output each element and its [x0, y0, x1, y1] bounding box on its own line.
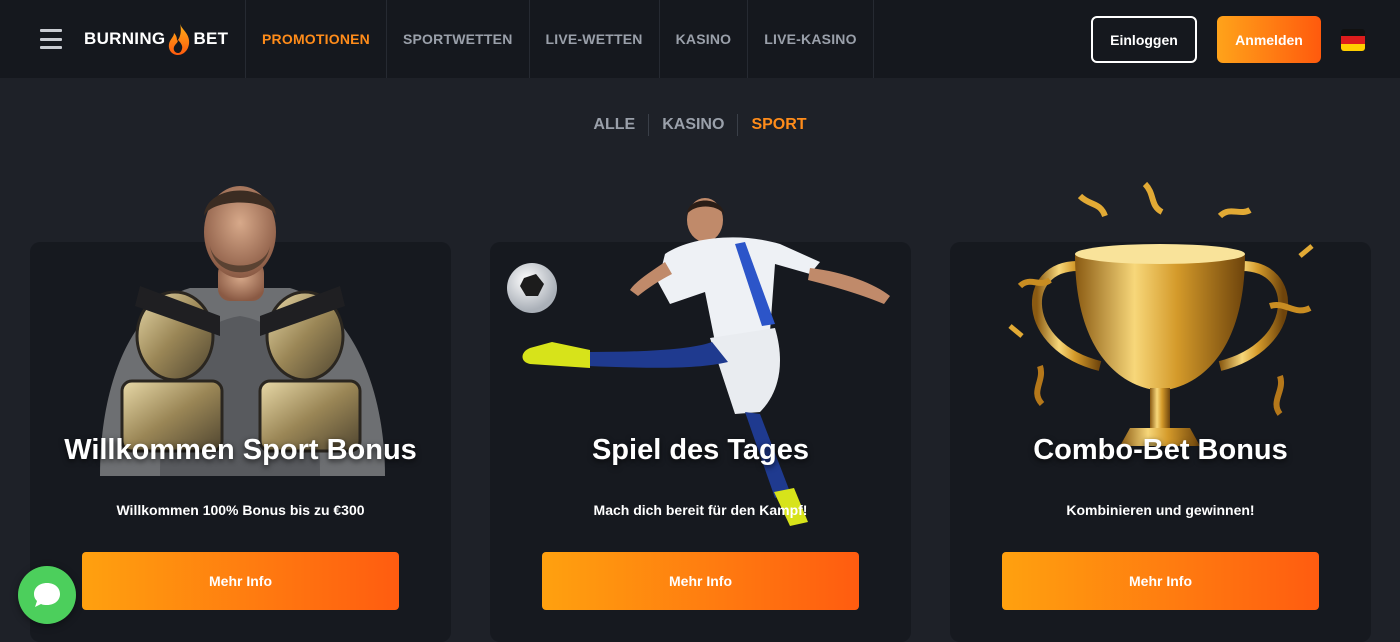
promo-card-game-of-day: Spiel des Tages Mach dich bereit für den…: [490, 198, 911, 642]
promo-card-welcome-sport: Willkommen Sport Bonus Willkommen 100% B…: [30, 186, 451, 642]
logo-text-left: BURNING: [84, 29, 166, 48]
de-flag-icon[interactable]: [1341, 29, 1365, 51]
fighter-illustration: [100, 186, 385, 476]
chat-speech-icon: [34, 583, 60, 607]
flame-icon: [169, 23, 190, 55]
login-button[interactable]: Einloggen: [1091, 16, 1197, 63]
filter-tab-alle[interactable]: ALLE: [580, 114, 648, 136]
promo-card-combo-bet: Combo-Bet Bonus Kombinieren und gewinnen…: [950, 181, 1371, 642]
more-info-button[interactable]: Mehr Info: [82, 552, 399, 610]
nav-promotionen[interactable]: PROMOTIONEN: [245, 0, 386, 78]
card-title: Willkommen Sport Bonus: [64, 434, 417, 466]
more-info-button[interactable]: Mehr Info: [1002, 552, 1319, 610]
logo-text-right: BET: [193, 29, 229, 48]
filter-tab-kasino[interactable]: KASINO: [648, 114, 737, 136]
nav-live-kasino[interactable]: LIVE-KASINO: [747, 0, 874, 78]
nav-kasino[interactable]: KASINO: [658, 0, 748, 78]
card-subtitle: Willkommen 100% Bonus bis zu €300: [116, 502, 365, 518]
nav-live-wetten[interactable]: LIVE-WETTEN: [528, 0, 659, 78]
more-info-button[interactable]: Mehr Info: [542, 552, 859, 610]
card-title: Combo-Bet Bonus: [1033, 434, 1288, 466]
card-title: Spiel des Tages: [591, 434, 810, 466]
soccer-player-illustration: [507, 198, 890, 526]
promo-filter-tabs: ALLE KASINO SPORT: [0, 108, 1400, 142]
top-header: BURNING BET PROMOTIONEN SPORTWETTEN LIVE…: [0, 0, 1400, 78]
brand-logo[interactable]: BURNING BET: [84, 22, 228, 56]
card-subtitle: Kombinieren und gewinnen!: [1066, 502, 1255, 518]
main-nav: PROMOTIONEN SPORTWETTEN LIVE-WETTEN KASI…: [245, 0, 874, 78]
nav-sportwetten[interactable]: SPORTWETTEN: [385, 0, 529, 78]
register-button[interactable]: Anmelden: [1217, 16, 1321, 63]
chat-bubble-icon[interactable]: [18, 566, 76, 624]
trophy-illustration: [1008, 181, 1314, 446]
filter-tab-sport[interactable]: SPORT: [737, 114, 819, 136]
card-subtitle: Mach dich bereit für den Kampf!: [593, 502, 808, 518]
hamburger-menu-icon[interactable]: [40, 29, 62, 49]
